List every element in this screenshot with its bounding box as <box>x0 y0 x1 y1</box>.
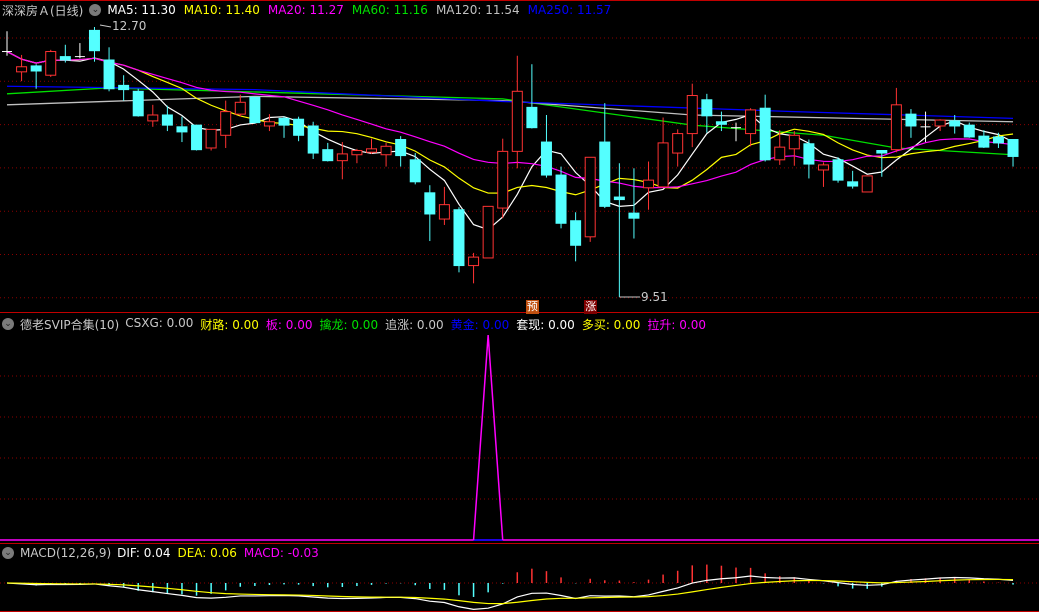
candle-up <box>890 104 902 151</box>
high-pointer <box>99 24 112 28</box>
dif-line <box>6 575 1014 610</box>
candle-down <box>424 192 436 215</box>
candle-up <box>45 51 57 76</box>
ma10-line <box>6 51 1014 196</box>
candle-down <box>132 90 144 117</box>
candle-up <box>643 179 655 189</box>
candle-down <box>905 113 917 127</box>
candle-up <box>672 133 684 154</box>
candle-down <box>118 84 130 91</box>
candle-up <box>657 142 669 188</box>
candle-down <box>409 159 421 183</box>
candle-down <box>293 118 305 136</box>
candle-up <box>774 146 786 161</box>
candle-up <box>147 114 159 122</box>
candle-up <box>366 148 377 153</box>
candle-down <box>949 120 961 127</box>
candle-down <box>803 143 815 165</box>
candle-up <box>380 145 392 156</box>
candle-down <box>249 96 261 124</box>
candle-up <box>745 109 757 135</box>
candle-down <box>628 212 640 219</box>
candle-down <box>555 174 567 224</box>
candle-down <box>88 29 100 52</box>
candle-up <box>351 150 363 156</box>
candle-up <box>686 95 698 135</box>
candle-down <box>526 106 538 129</box>
candle-up <box>482 205 494 259</box>
low-price-label: 9.51 <box>641 290 668 304</box>
candle-down <box>176 126 188 133</box>
candle-up <box>497 150 509 209</box>
candle-down <box>540 141 552 176</box>
candle-up <box>336 153 348 162</box>
candle-down <box>992 136 1004 144</box>
candle-up <box>468 256 480 267</box>
candle-down <box>395 139 407 157</box>
candle-up <box>438 204 450 220</box>
candle-down <box>161 114 173 126</box>
candle-up <box>511 90 523 152</box>
ma250-line <box>6 85 1014 120</box>
candle-down <box>191 124 203 151</box>
stock-chart[interactable] <box>0 0 1039 612</box>
candle-down <box>307 125 319 154</box>
candle-down <box>759 107 771 161</box>
candle-up <box>205 128 217 149</box>
candle-down <box>103 59 115 90</box>
candle-down <box>701 99 713 117</box>
candle-up <box>220 111 232 136</box>
signal-marker: 预 <box>525 300 539 314</box>
candle-down <box>30 65 42 72</box>
candle-down <box>322 149 334 162</box>
candle-down <box>570 220 582 246</box>
candle-up <box>934 119 946 127</box>
candle-down <box>278 117 290 126</box>
candle-up <box>817 164 829 171</box>
candle-down <box>963 124 975 138</box>
candle-down <box>876 150 888 154</box>
high-price-label: 12.70 <box>112 19 147 33</box>
indicator-spike <box>472 334 504 541</box>
candle-down <box>847 181 859 187</box>
candle-up <box>788 134 800 150</box>
signal-marker: 涨 <box>584 300 598 314</box>
candle-down <box>1007 139 1019 157</box>
candle-up <box>263 121 275 127</box>
candle-up <box>16 66 28 73</box>
candle-down <box>59 56 71 61</box>
candle-down <box>832 159 844 181</box>
candle-up <box>584 156 596 238</box>
candle-down <box>599 141 611 207</box>
candle-down <box>715 121 727 125</box>
candle-down <box>613 196 625 201</box>
candle-up <box>234 101 246 115</box>
candle-up <box>861 175 873 193</box>
candle-down <box>978 135 990 148</box>
candle-down <box>453 209 465 267</box>
